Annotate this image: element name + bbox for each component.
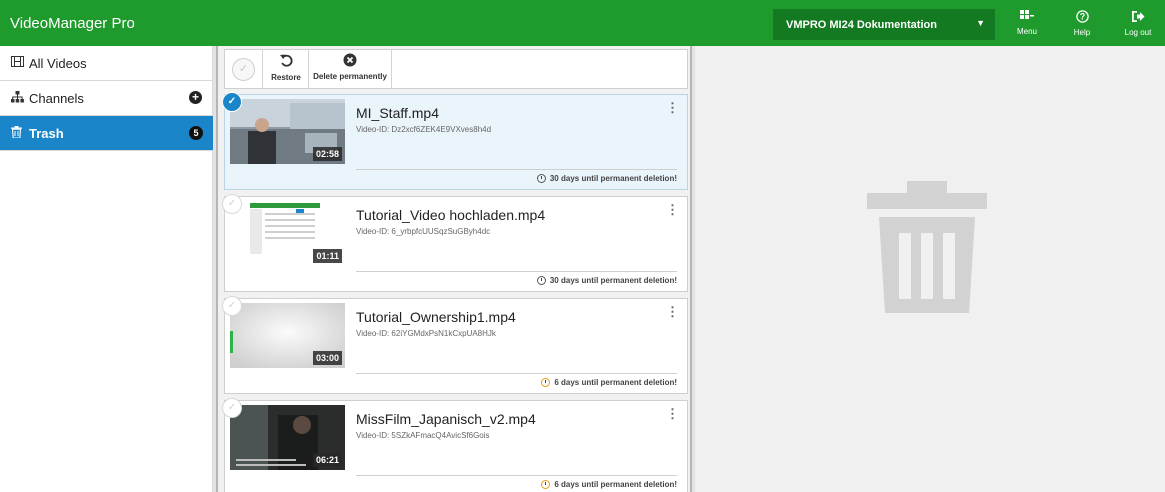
card-divider	[356, 373, 677, 374]
video-duration: 02:58	[312, 147, 342, 161]
trash-icon	[11, 126, 22, 141]
card-divider	[356, 271, 677, 272]
delete-permanently-label: Delete permanently	[313, 72, 387, 81]
video-thumbnail[interactable]: 01:11	[230, 201, 345, 266]
deletion-text: 30 days until permanent deletion!	[549, 276, 677, 285]
menu-label: Menu	[1016, 27, 1037, 36]
deletion-notice: 30 days until permanent deletion!	[536, 276, 677, 285]
video-card[interactable]: 03:00 ✓ Tutorial_Ownership1.mp4 Video-ID…	[222, 296, 688, 394]
deletion-notice: 6 days until permanent deletion!	[541, 378, 677, 387]
deletion-notice: 6 days until permanent deletion!	[541, 480, 677, 489]
clock-icon	[541, 480, 551, 489]
menu-button[interactable]: Menu	[1002, 10, 1052, 36]
video-card[interactable]: 02:58 ✓ MI_Staff.mp4 Video-ID: Dz2xcf6ZE…	[222, 92, 688, 190]
video-duration: 06:21	[312, 453, 342, 467]
logout-icon	[1113, 10, 1163, 26]
help-button[interactable]: ? Help	[1057, 10, 1107, 37]
restore-button[interactable]: Restore	[265, 53, 307, 82]
more-options-icon[interactable]: ⋮	[666, 305, 679, 318]
app-title: VideoManager Pro	[10, 15, 135, 32]
deletion-text: 30 days until permanent deletion!	[549, 174, 677, 183]
caret-down-icon: ▼	[976, 18, 985, 28]
top-bar: VideoManager Pro VMPRO MI24 Dokumentatio…	[0, 0, 1165, 46]
toolbar-divider	[262, 50, 263, 88]
video-select-checkbox[interactable]: ✓	[222, 398, 242, 418]
video-select-checkbox[interactable]: ✓	[222, 194, 242, 214]
detail-panel-empty	[695, 46, 1165, 492]
video-duration: 01:11	[313, 249, 342, 263]
deletion-notice: 30 days until permanent deletion!	[536, 174, 677, 183]
video-title: Tutorial_Ownership1.mp4	[356, 309, 516, 325]
video-card[interactable]: 01:11 ✓ Tutorial_Video hochladen.mp4 Vid…	[222, 194, 688, 292]
more-options-icon[interactable]: ⋮	[666, 101, 679, 114]
clock-icon	[536, 276, 546, 285]
video-id: Video-ID: Dz2xcf6ZEK4E9VXves8h4d	[356, 125, 492, 134]
bulk-toolbar: ✓ Restore Delete permanently	[224, 49, 688, 89]
help-icon: ?	[1057, 10, 1107, 26]
help-label: Help	[1073, 28, 1091, 37]
deletion-text: 6 days until permanent deletion!	[554, 480, 677, 489]
restore-label: Restore	[271, 73, 301, 82]
more-options-icon[interactable]: ⋮	[666, 407, 679, 420]
toolbar-divider	[391, 50, 392, 88]
video-id: Video-ID: 5SZkAFmacQ4AvicSf6Gois	[356, 431, 490, 440]
sidebar-item-label: Trash	[29, 126, 64, 141]
sidebar-item-label: All Videos	[29, 56, 87, 71]
trash-count-badge: 5	[189, 126, 203, 140]
sidebar-item-channels[interactable]: Channels +	[0, 81, 213, 116]
video-select-checkbox[interactable]: ✓	[222, 92, 242, 112]
video-card[interactable]: 06:21 ✓ MissFilm_Japanisch_v2.mp4 Video-…	[222, 398, 688, 492]
video-id: Video-ID: 62iYGMdxPsN1kCxpUA8HJk	[356, 329, 496, 338]
logout-button[interactable]: Log out	[1113, 10, 1163, 37]
film-icon	[11, 56, 24, 70]
card-divider	[356, 475, 677, 476]
account-select[interactable]: VMPRO MI24 Dokumentation ▼	[773, 9, 995, 40]
grid-icon	[1002, 10, 1052, 25]
sidebar: All Videos Channels + Trash 5	[0, 46, 213, 492]
video-title: MissFilm_Japanisch_v2.mp4	[356, 411, 536, 427]
deletion-text: 6 days until permanent deletion!	[554, 378, 677, 387]
video-title: Tutorial_Video hochladen.mp4	[356, 207, 546, 223]
undo-icon	[265, 53, 307, 71]
video-select-checkbox[interactable]: ✓	[222, 296, 242, 316]
remove-circle-icon	[311, 53, 389, 70]
account-select-label: VMPRO MI24 Dokumentation	[786, 19, 937, 31]
card-divider	[356, 169, 677, 170]
select-all-checkbox[interactable]: ✓	[232, 58, 255, 81]
sidebar-item-label: Channels	[29, 91, 84, 106]
video-thumbnail[interactable]: 06:21	[230, 405, 345, 470]
video-list-frame[interactable]: ✓ Restore Delete permanently 02:58 ✓ MI_…	[216, 46, 692, 492]
video-list-panel: ✓ Restore Delete permanently 02:58 ✓ MI_…	[213, 46, 695, 492]
video-duration: 03:00	[312, 351, 342, 365]
sitemap-icon	[11, 91, 24, 106]
delete-permanently-button[interactable]: Delete permanently	[311, 53, 389, 81]
sidebar-item-trash[interactable]: Trash 5	[0, 116, 213, 151]
trash-icon	[867, 181, 987, 331]
logout-label: Log out	[1124, 28, 1152, 37]
video-thumbnail[interactable]: 03:00	[230, 303, 345, 368]
toolbar-divider	[308, 50, 309, 88]
svg-text:?: ?	[1079, 12, 1085, 22]
clock-icon	[536, 174, 546, 183]
more-options-icon[interactable]: ⋮	[666, 203, 679, 216]
sidebar-item-all-videos[interactable]: All Videos	[0, 46, 213, 81]
add-channel-icon[interactable]: +	[189, 91, 202, 104]
video-title: MI_Staff.mp4	[356, 105, 440, 121]
video-id: Video-ID: 6_yrbpfcUUSqzSuGByh4dc	[356, 227, 491, 236]
clock-icon	[541, 378, 551, 387]
video-thumbnail[interactable]: 02:58	[230, 99, 345, 164]
